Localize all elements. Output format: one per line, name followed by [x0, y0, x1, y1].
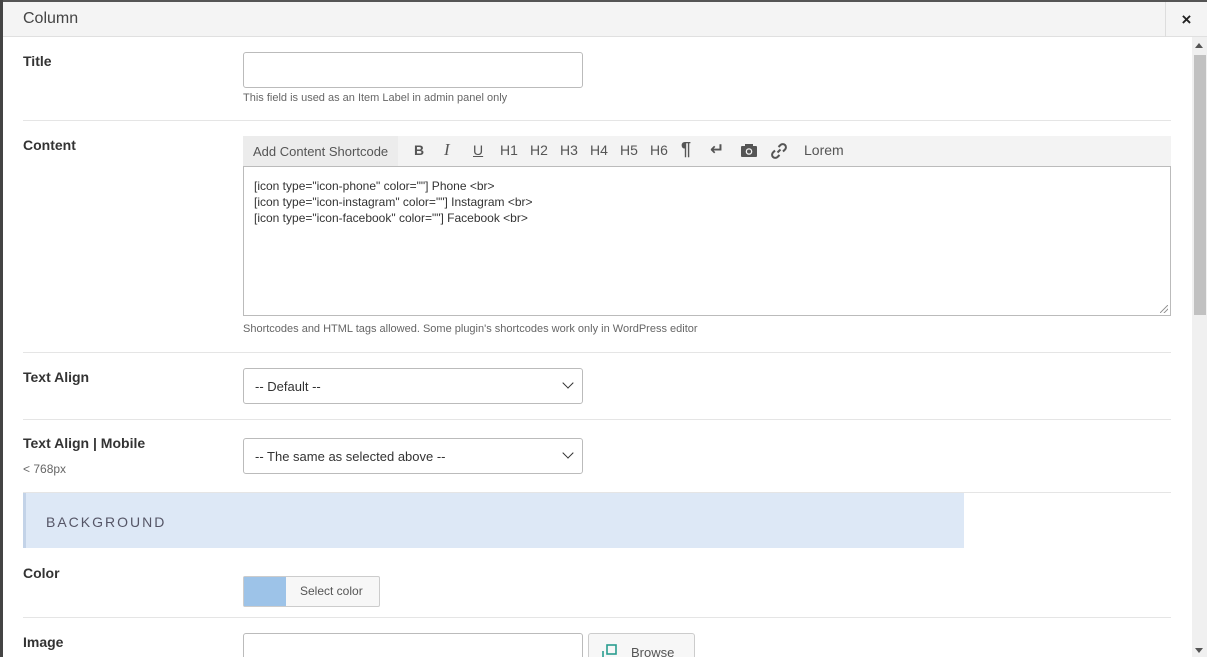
content-line-2: [icon type="icon-instagram" color=""] In… [254, 195, 533, 209]
modal-body: Title This field is used as an Item Labe… [3, 37, 1189, 657]
text-align-label: Text Align [23, 369, 90, 385]
browse-button[interactable]: Browse [588, 633, 695, 657]
underline-button[interactable]: U [473, 142, 483, 158]
text-align-select[interactable]: -- Default -- [243, 368, 583, 404]
text-align-mobile-select[interactable]: -- The same as selected above -- [243, 438, 583, 474]
title-label: Title [23, 53, 52, 69]
column-modal: Column × Title This field is used as an … [0, 0, 1207, 657]
h3-button[interactable]: H3 [560, 142, 578, 158]
h5-button[interactable]: H5 [620, 142, 638, 158]
scrollbar[interactable] [1192, 37, 1207, 657]
close-button[interactable]: × [1165, 2, 1207, 37]
image-url-input[interactable] [243, 633, 583, 657]
editor-toolbar: Add Content Shortcode B I U H1 H2 H3 H4 … [243, 136, 1171, 166]
camera-icon[interactable] [740, 143, 758, 161]
h1-button[interactable]: H1 [500, 142, 518, 158]
paragraph-icon[interactable]: ¶ [681, 139, 691, 160]
modal-header: Column × [3, 0, 1207, 37]
image-row: Image Browse [23, 618, 1171, 657]
title-hint: This field is used as an Item Label in a… [243, 92, 508, 104]
content-row: Content Add Content Shortcode B I U H1 H… [23, 121, 1171, 353]
text-align-row: Text Align -- Default -- [23, 353, 1171, 420]
text-align-mobile-selected: -- The same as selected above -- [255, 449, 446, 464]
chevron-down-icon [562, 377, 574, 389]
title-row: Title This field is used as an Item Labe… [23, 37, 1171, 121]
add-content-shortcode-button[interactable]: Add Content Shortcode [243, 136, 399, 166]
content-label: Content [23, 137, 76, 153]
color-label: Color [23, 565, 60, 581]
bold-button[interactable]: B [414, 142, 424, 158]
content-line-3: [icon type="icon-facebook" color=""] Fac… [254, 211, 528, 225]
resize-handle[interactable] [1160, 305, 1168, 313]
line-break-icon[interactable]: ↵ [710, 140, 724, 160]
color-picker-button[interactable]: Select color [243, 576, 380, 607]
italic-button[interactable]: I [444, 140, 450, 160]
scroll-up-arrow-icon[interactable] [1195, 43, 1203, 48]
text-align-mobile-row: Text Align | Mobile < 768px -- The same … [23, 420, 1171, 493]
browse-label: Browse [631, 645, 675, 657]
chevron-down-icon [562, 447, 574, 459]
h2-button[interactable]: H2 [530, 142, 548, 158]
link-icon[interactable] [770, 142, 788, 163]
modal-title: Column [23, 10, 79, 27]
scroll-down-arrow-icon[interactable] [1195, 648, 1203, 653]
text-align-mobile-label: Text Align | Mobile [23, 435, 146, 451]
content-line-1: [icon type="icon-phone" color=""] Phone … [254, 179, 495, 193]
lorem-button[interactable]: Lorem [804, 142, 844, 158]
image-label: Image [23, 634, 64, 650]
title-input[interactable] [243, 52, 583, 88]
background-section-header: BACKGROUND [23, 493, 964, 548]
background-section-title: BACKGROUND [46, 514, 167, 530]
color-row: Color Select color [23, 548, 1171, 618]
h4-button[interactable]: H4 [590, 142, 608, 158]
text-align-selected: -- Default -- [255, 379, 321, 394]
content-textarea[interactable]: [icon type="icon-phone" color=""] Phone … [243, 166, 1171, 316]
scrollbar-thumb[interactable] [1194, 55, 1206, 315]
h6-button[interactable]: H6 [650, 142, 668, 158]
media-icon [602, 644, 617, 657]
select-color-label: Select color [300, 584, 363, 598]
text-align-mobile-sublabel: < 768px [23, 462, 67, 476]
content-hint: Shortcodes and HTML tags allowed. Some p… [243, 323, 698, 335]
color-swatch [244, 577, 286, 606]
